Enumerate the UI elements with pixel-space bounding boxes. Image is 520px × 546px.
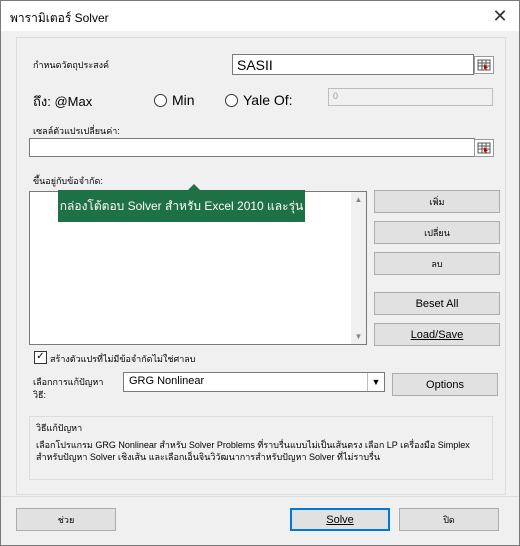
solving-method-description: วิธีแก้ปัญหา เลือกโปรแกรม GRG Nonlinear … xyxy=(29,416,493,480)
footer-divider xyxy=(1,496,519,497)
scroll-up-icon[interactable]: ▲ xyxy=(351,192,366,207)
close-icon[interactable]: ✕ xyxy=(489,5,511,27)
solving-method-label: เลือกการแก้ปัญหา xyxy=(33,377,104,387)
close-button[interactable]: ปิด xyxy=(399,508,499,531)
method-description-text: เลือกโปรแกรม GRG Nonlinear สำหรับ Solver… xyxy=(36,440,470,462)
min-radio[interactable]: Min xyxy=(154,92,195,108)
range-select-icon xyxy=(477,59,491,71)
delete-constraint-button[interactable]: ลบ xyxy=(374,252,500,275)
objective-label: กำหนดวัตถุประสงค์ xyxy=(33,60,110,70)
constraints-label: ขึ้นอยู่กับข้อจำกัด: xyxy=(33,176,103,186)
scroll-down-icon[interactable]: ▼ xyxy=(351,329,366,344)
solve-button[interactable]: Solve xyxy=(290,508,390,531)
to-label: ถึง: @Max xyxy=(33,94,93,109)
chevron-down-icon[interactable]: ▼ xyxy=(367,373,384,391)
add-constraint-button[interactable]: เพิ่ม xyxy=(374,190,500,213)
variable-cells-input[interactable] xyxy=(29,138,475,157)
value-of-radio[interactable]: Yale Of: xyxy=(225,92,293,108)
solver-parameters-dialog: พารามิเตอร์ Solver ✕ กำหนดวัตถุประสงค์ S… xyxy=(0,0,520,546)
value-of-radio-dot xyxy=(225,93,238,107)
value-of-radio-label: Yale Of: xyxy=(243,92,293,108)
range-select-icon xyxy=(477,142,491,154)
solving-method-label-2: วิธี: xyxy=(33,390,47,400)
parameters-group: กำหนดวัตถุประสงค์ SASII ถึง: @Max Min Ya… xyxy=(16,37,506,495)
load-save-button[interactable]: Load/Save xyxy=(374,323,500,346)
method-description-title: วิธีแก้ปัญหา xyxy=(36,423,83,433)
help-button[interactable]: ช่วย xyxy=(16,508,116,531)
solving-method-value: GRG Nonlinear xyxy=(129,375,205,387)
options-button[interactable]: Options xyxy=(392,373,498,396)
value-of-input[interactable]: 0 xyxy=(328,88,493,106)
nonnegative-label: สร้างตัวแปรที่ไม่มีข้อจำกัดไม่ใช่ศาลบ xyxy=(50,354,196,364)
variable-cells-label: เซลล์ตัวแปรเปลี่ยนค่า: xyxy=(33,126,120,136)
min-radio-dot xyxy=(154,93,167,107)
min-radio-label: Min xyxy=(172,92,195,108)
objective-input[interactable]: SASII xyxy=(232,54,474,75)
constraints-scrollbar[interactable]: ▲ ▼ xyxy=(351,192,366,344)
change-constraint-button[interactable]: เปลี่ยน xyxy=(374,221,500,244)
tooltip-callout: กล่องโต้ตอบ Solver สำหรับ Excel 2010 และ… xyxy=(58,190,305,222)
nonnegative-checkbox[interactable]: ✓ xyxy=(34,351,47,364)
dialog-title: พารามิเตอร์ Solver xyxy=(10,11,109,25)
variable-cells-ref-button[interactable] xyxy=(474,139,494,157)
solving-method-select[interactable]: GRG Nonlinear ▼ xyxy=(123,372,385,392)
objective-ref-button[interactable] xyxy=(474,56,494,74)
reset-all-button[interactable]: Beset All xyxy=(374,292,500,315)
title-bar: พารามิเตอร์ Solver ✕ xyxy=(1,1,519,31)
